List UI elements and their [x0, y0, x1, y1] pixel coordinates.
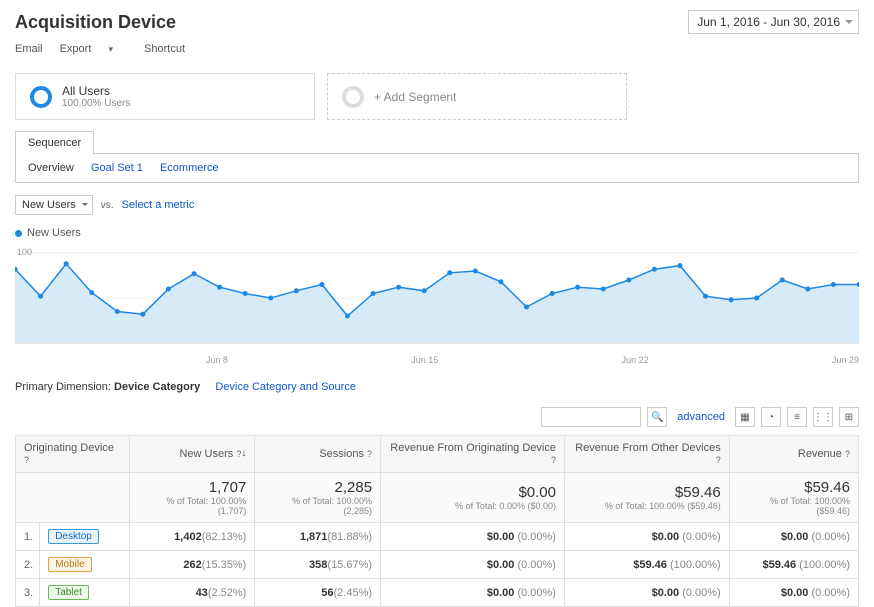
col-rev-other[interactable]: Revenue From Other Devices ?: [564, 436, 729, 473]
table-row: 2. Mobile 262(15.35%) 358(15.67%) $0.00 …: [16, 551, 859, 579]
add-circle-icon: [342, 86, 364, 108]
device-badge[interactable]: Tablet: [48, 585, 89, 600]
segment-all-users[interactable]: All Users 100.00% Users: [15, 73, 315, 120]
col-sessions[interactable]: Sessions ?: [255, 436, 381, 473]
line-chart: 100 50: [15, 243, 859, 353]
action-toolbar: Email Export ▾ Shortcut: [0, 39, 874, 63]
search-icon[interactable]: 🔍: [647, 407, 667, 427]
add-segment-button[interactable]: + Add Segment: [327, 73, 627, 120]
col-revenue[interactable]: Revenue ?: [729, 436, 858, 473]
email-button[interactable]: Email: [15, 43, 43, 55]
svg-text:100: 100: [17, 247, 32, 257]
shortcut-button[interactable]: Shortcut: [144, 43, 185, 55]
table-row: 1. Desktop 1,402(82.13%) 1,871(81.88%) $…: [16, 523, 859, 551]
subnav-overview[interactable]: Overview: [28, 162, 74, 174]
search-input[interactable]: [541, 407, 641, 427]
data-table: Originating Device ? New Users ?↓ Sessio…: [15, 435, 859, 607]
table-row: 3. Tablet 43(2.52%) 56(2.45%) $0.00 (0.0…: [16, 579, 859, 607]
chart-x-axis: ...Jun 8Jun 15Jun 22Jun 29: [0, 353, 874, 371]
totals-row: 1,707% of Total: 100.00% (1,707) 2,285% …: [16, 473, 859, 523]
view-pie-icon[interactable]: ◔: [761, 407, 781, 427]
page-title: Acquisition Device: [15, 12, 176, 33]
col-new-users[interactable]: New Users ?↓: [129, 436, 255, 473]
view-pivot-icon[interactable]: ⊞: [839, 407, 859, 427]
col-rev-origin[interactable]: Revenue From Originating Device ?: [381, 436, 565, 473]
view-compare-icon[interactable]: ⋮⋮: [813, 407, 833, 427]
export-button[interactable]: Export ▾: [60, 43, 127, 55]
primary-dimension-alt[interactable]: Device Category and Source: [215, 381, 356, 393]
select-metric-link[interactable]: Select a metric: [122, 199, 195, 211]
metric-select[interactable]: New Users: [15, 195, 93, 215]
primary-dimension-value: Device Category: [114, 381, 200, 393]
advanced-link[interactable]: advanced: [677, 411, 725, 423]
segment-title: All Users: [62, 84, 130, 98]
device-badge[interactable]: Desktop: [48, 529, 99, 544]
view-bar-icon[interactable]: ≡: [787, 407, 807, 427]
legend-dot-icon: [15, 230, 22, 237]
subnav: Overview Goal Set 1 Ecommerce: [15, 153, 859, 183]
segment-subtitle: 100.00% Users: [62, 98, 130, 109]
device-badge[interactable]: Mobile: [48, 557, 91, 572]
subnav-goal-set[interactable]: Goal Set 1: [91, 162, 143, 174]
tab-sequencer[interactable]: Sequencer: [15, 131, 94, 154]
col-originating-device[interactable]: Originating Device ?: [16, 436, 130, 473]
users-circle-icon: [30, 86, 52, 108]
chart-legend: New Users: [0, 227, 874, 243]
date-range-picker[interactable]: Jun 1, 2016 - Jun 30, 2016: [688, 10, 859, 34]
subnav-ecommerce[interactable]: Ecommerce: [160, 162, 219, 174]
view-table-icon[interactable]: ▦: [735, 407, 755, 427]
vs-label: vs.: [101, 200, 114, 211]
primary-dimension-label: Primary Dimension:: [15, 381, 111, 393]
